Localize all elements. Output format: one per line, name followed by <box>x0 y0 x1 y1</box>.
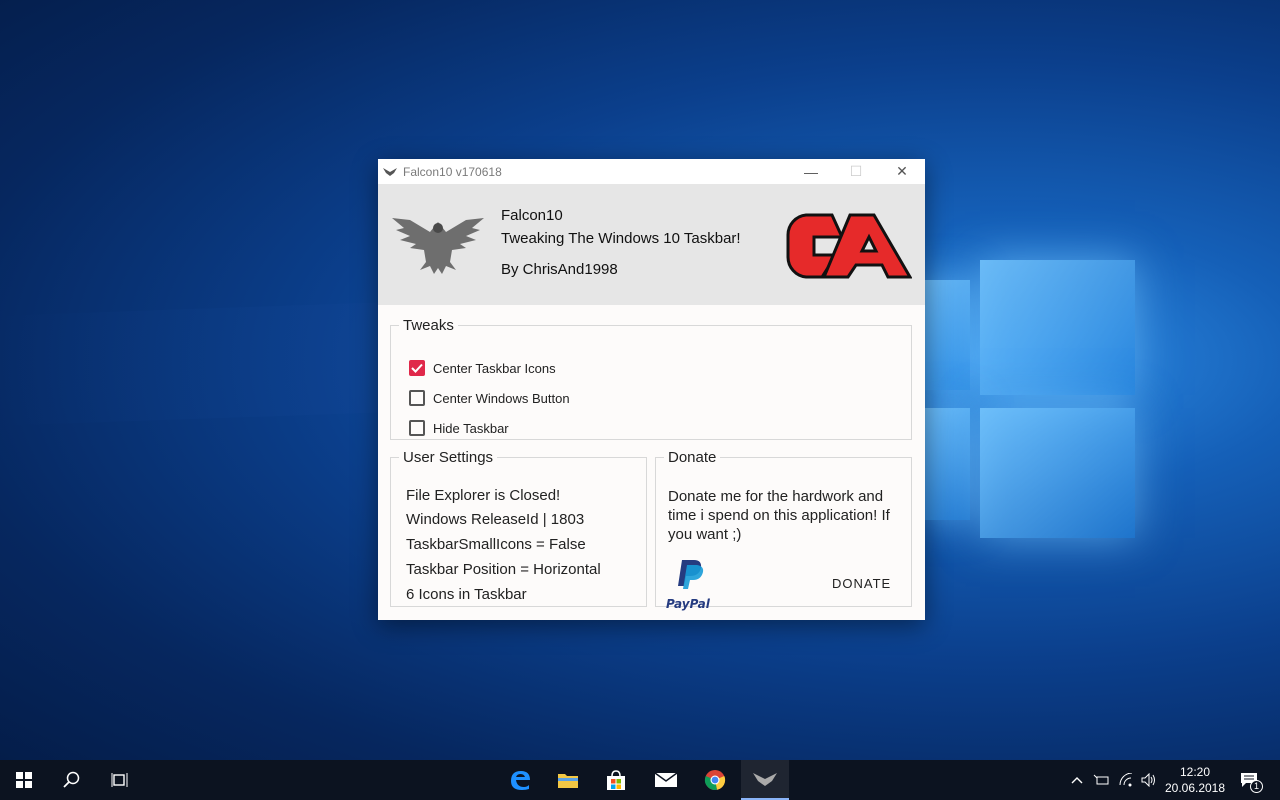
close-button[interactable]: ✕ <box>879 159 925 184</box>
mail-taskbar-button[interactable] <box>642 760 690 800</box>
tweak-label: Center Taskbar Icons <box>433 360 556 376</box>
setting-line: 6 Icons in Taskbar <box>406 586 527 603</box>
chevron-up-icon <box>1071 777 1083 784</box>
store-icon <box>607 770 625 790</box>
taskbar-clock[interactable]: 12:20 20.06.2018 <box>1160 764 1230 796</box>
checkbox-unchecked-icon[interactable] <box>409 420 425 436</box>
falcon10-icon <box>753 773 777 786</box>
file-explorer-icon <box>558 774 578 788</box>
minimize-button[interactable]: — <box>788 159 834 184</box>
paypal-icon <box>678 560 704 589</box>
tweak-label: Hide Taskbar <box>433 420 509 436</box>
app-tagline: Tweaking The Windows 10 Taskbar! <box>501 230 741 247</box>
task-view-button[interactable] <box>96 760 144 800</box>
title-bar[interactable]: Falcon10 v170618 — ☐ ✕ <box>378 159 925 184</box>
donate-group: Donate Donate me for the hardwork and ti… <box>655 449 912 611</box>
eagle-logo-icon <box>392 218 484 274</box>
clock-time: 12:20 <box>1179 765 1211 779</box>
search-button[interactable] <box>48 760 96 800</box>
file-explorer-taskbar-button[interactable] <box>544 760 592 800</box>
falcon10-taskbar-button[interactable] <box>741 760 789 800</box>
tweak-center-taskbar-icons[interactable]: Center Taskbar Icons <box>409 360 556 376</box>
checkbox-checked-icon[interactable] <box>409 360 425 376</box>
setting-line: File Explorer is Closed! <box>406 487 561 504</box>
volume-tray-button[interactable] <box>1140 760 1158 800</box>
wifi-icon <box>1119 773 1133 787</box>
user-settings-legend: User Settings <box>403 449 494 466</box>
task-view-icon <box>111 773 128 787</box>
tweak-label: Center Windows Button <box>433 390 570 406</box>
user-settings-group: User Settings File Explorer is Closed! W… <box>390 449 647 607</box>
tweak-center-windows-button[interactable]: Center Windows Button <box>409 390 570 406</box>
tweaks-legend: Tweaks <box>403 317 454 334</box>
app-author: By ChrisAnd1998 <box>501 261 618 278</box>
battery-plug-icon <box>1093 774 1109 785</box>
donate-legend: Donate <box>668 449 717 466</box>
window-title: Falcon10 v170618 <box>403 164 502 179</box>
donate-button[interactable]: DONATE <box>832 576 891 591</box>
edge-taskbar-button[interactable] <box>496 760 544 800</box>
donate-message: Donate me for the hardwork and time i sp… <box>668 488 890 543</box>
setting-line: Windows ReleaseId | 1803 <box>406 511 585 528</box>
chrome-taskbar-button[interactable] <box>691 760 739 800</box>
falcon-app-icon <box>383 167 397 176</box>
notification-count-badge: 1 <box>1250 780 1263 793</box>
paypal-wordmark: PayPal <box>666 597 710 611</box>
mail-icon <box>654 772 678 787</box>
app-header: Falcon10 Tweaking The Windows 10 Taskbar… <box>378 184 925 305</box>
speaker-icon <box>1141 773 1155 787</box>
chrome-icon <box>704 770 726 791</box>
tweaks-group: Tweaks Center Taskbar Icons Center Windo… <box>390 317 912 440</box>
power-tray-button[interactable] <box>1092 760 1110 800</box>
app-name: Falcon10 <box>501 207 563 224</box>
clock-date: 20.06.2018 <box>1164 781 1226 795</box>
maximize-button[interactable]: ☐ <box>833 159 879 184</box>
windows-start-icon <box>16 772 32 788</box>
action-center-button[interactable]: 1 <box>1236 760 1263 800</box>
show-hidden-icons-button[interactable] <box>1068 760 1086 800</box>
windows-logo-wallpaper <box>900 250 1150 550</box>
falcon10-window: Falcon10 v170618 — ☐ ✕ Falcon10 Tweaking… <box>378 159 925 620</box>
network-tray-button[interactable] <box>1117 760 1135 800</box>
windows-taskbar: 12:20 20.06.2018 1 <box>0 760 1280 800</box>
setting-line: Taskbar Position = Horizontal <box>406 561 601 578</box>
checkbox-unchecked-icon[interactable] <box>409 390 425 406</box>
search-icon <box>63 771 80 788</box>
start-button[interactable] <box>0 760 48 800</box>
store-taskbar-button[interactable] <box>592 760 640 800</box>
setting-line: TaskbarSmallIcons = False <box>406 536 586 553</box>
tweak-hide-taskbar[interactable]: Hide Taskbar <box>409 420 509 436</box>
paypal-logo[interactable]: PayPal <box>666 558 722 611</box>
edge-icon <box>511 771 530 790</box>
ca-brand-logo <box>786 213 912 279</box>
